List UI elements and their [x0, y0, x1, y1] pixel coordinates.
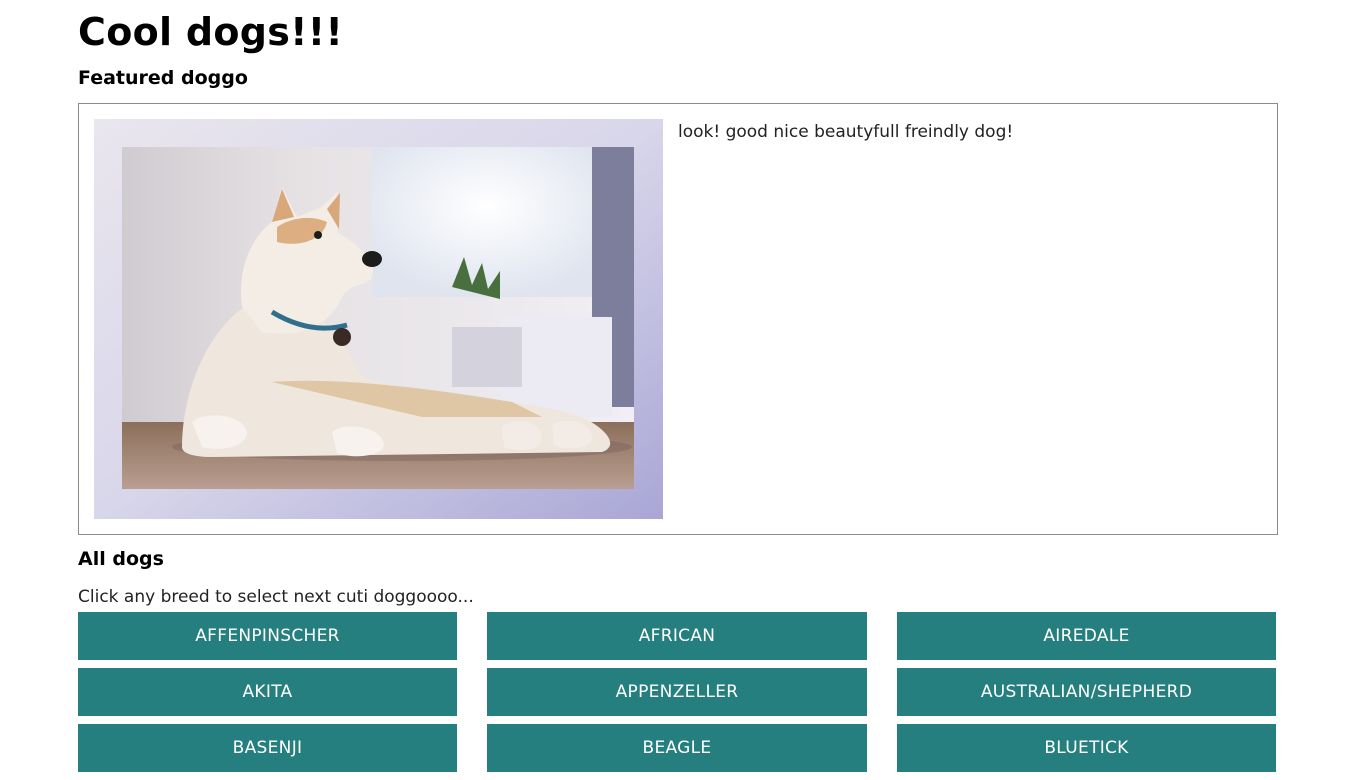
featured-dog-card: look! good nice beautyfull freindly dog! — [78, 103, 1278, 535]
breed-button-affenpinscher[interactable]: AFFENPINSCHER — [78, 612, 457, 660]
featured-dog-photo — [94, 119, 663, 519]
breed-button-airedale[interactable]: AIREDALE — [897, 612, 1276, 660]
breed-button-african[interactable]: AFRICAN — [487, 612, 867, 660]
breed-button-akita[interactable]: AKITA — [78, 668, 457, 716]
page-title: Cool dogs!!! — [78, 10, 344, 54]
breed-button-grid: AFFENPINSCHER AFRICAN AIREDALE AKITA APP… — [78, 612, 1278, 772]
breed-button-bluetick[interactable]: BLUETICK — [897, 724, 1276, 772]
breed-button-australian-shepherd[interactable]: AUSTRALIAN/SHEPHERD — [897, 668, 1276, 716]
breed-button-beagle[interactable]: BEAGLE — [487, 724, 867, 772]
featured-heading: Featured doggo — [78, 67, 248, 89]
breed-button-basenji[interactable]: BASENJI — [78, 724, 457, 772]
breed-button-appenzeller[interactable]: APPENZELLER — [487, 668, 867, 716]
featured-description: look! good nice beautyfull freindly dog! — [678, 122, 1014, 142]
all-dogs-heading: All dogs — [78, 548, 164, 570]
dog-photo-image — [94, 119, 663, 519]
all-dogs-hint: Click any breed to select next cuti dogg… — [78, 587, 474, 607]
